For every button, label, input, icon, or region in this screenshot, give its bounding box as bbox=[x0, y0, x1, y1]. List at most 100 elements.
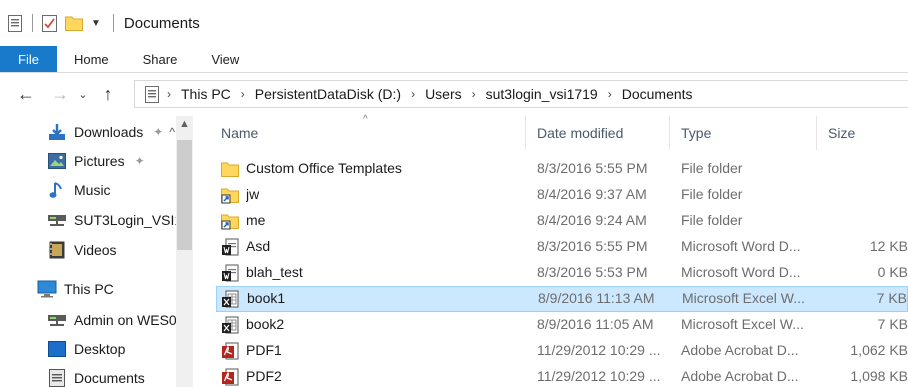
forward-arrow-icon[interactable]: → bbox=[46, 80, 74, 108]
checkbox-doc-icon[interactable] bbox=[41, 13, 59, 33]
file-row-selected[interactable]: book1 8/9/2016 11:13 AM Microsoft Excel … bbox=[216, 286, 908, 312]
file-row[interactable]: PDF2 11/29/2012 10:29 ... Adobe Acrobat … bbox=[216, 364, 908, 387]
file-row[interactable]: book2 8/9/2016 11:05 AM Microsoft Excel … bbox=[216, 312, 908, 338]
nav-item-admin-wes[interactable]: Admin on WES0 bbox=[46, 306, 177, 334]
nav-item-label: Videos bbox=[74, 242, 117, 258]
breadcrumb-users[interactable]: Users bbox=[421, 86, 466, 102]
file-type: File folder bbox=[681, 212, 743, 228]
column-header-type[interactable]: Type bbox=[681, 125, 711, 141]
file-date: 8/3/2016 5:55 PM bbox=[537, 160, 648, 176]
nav-item-documents[interactable]: Documents bbox=[46, 364, 145, 387]
title-bar: ▼ Documents bbox=[0, 0, 908, 46]
breadcrumb-chevron-icon[interactable]: › bbox=[466, 87, 482, 101]
column-divider[interactable] bbox=[525, 116, 526, 150]
nav-item-label: Documents bbox=[74, 370, 145, 386]
excel-workbook-icon bbox=[221, 290, 239, 308]
column-header-row: ^ Name Date modified Type Size bbox=[196, 114, 908, 150]
file-date: 8/9/2016 11:05 AM bbox=[537, 316, 654, 332]
nav-item-label: Pictures bbox=[74, 153, 125, 169]
file-type: Adobe Acrobat D... bbox=[681, 342, 799, 358]
documents-icon bbox=[46, 368, 68, 387]
file-type: Microsoft Excel W... bbox=[681, 316, 804, 332]
file-row[interactable]: jw 8/4/2016 9:37 AM File folder bbox=[216, 182, 908, 208]
new-folder-icon[interactable] bbox=[65, 13, 83, 33]
collapse-chevron-icon[interactable]: ^ bbox=[169, 125, 175, 139]
file-type: File folder bbox=[681, 186, 743, 202]
downloads-icon bbox=[46, 122, 68, 142]
nav-item-music[interactable]: Music bbox=[46, 176, 111, 204]
tab-file[interactable]: File bbox=[0, 46, 57, 72]
scrollbar-thumb[interactable] bbox=[177, 140, 192, 250]
file-name: book1 bbox=[247, 290, 286, 306]
address-bar[interactable]: › This PC › PersistentDataDisk (D:) › Us… bbox=[134, 80, 908, 108]
file-row[interactable]: me 8/4/2016 9:24 AM File folder bbox=[216, 208, 908, 234]
network-drive-icon bbox=[46, 310, 68, 330]
file-name: book2 bbox=[246, 316, 285, 332]
folder-icon bbox=[221, 160, 239, 178]
column-divider[interactable] bbox=[669, 116, 670, 150]
up-arrow-icon[interactable]: ↑ bbox=[94, 80, 122, 108]
properties-icon[interactable] bbox=[6, 13, 24, 33]
excel-workbook-icon bbox=[221, 316, 239, 334]
address-location-icon bbox=[143, 84, 161, 104]
word-document-icon bbox=[221, 238, 239, 256]
pin-icon[interactable]: ✦ bbox=[153, 125, 163, 139]
breadcrumb-persistent-disk[interactable]: PersistentDataDisk (D:) bbox=[251, 86, 405, 102]
file-row[interactable]: PDF1 11/29/2012 10:29 ... Adobe Acrobat … bbox=[216, 338, 908, 364]
column-header-date[interactable]: Date modified bbox=[537, 125, 623, 141]
column-header-size[interactable]: Size bbox=[828, 125, 855, 141]
breadcrumb-user-folder[interactable]: sut3login_vsi1719 bbox=[482, 86, 602, 102]
column-divider[interactable] bbox=[816, 116, 817, 150]
file-size: 0 KB bbox=[877, 264, 908, 280]
breadcrumb-this-pc[interactable]: This PC bbox=[177, 86, 235, 102]
sort-ascending-icon: ^ bbox=[363, 114, 368, 125]
file-row[interactable]: Asd 8/3/2016 5:55 PM Microsoft Word D...… bbox=[216, 234, 908, 260]
file-date: 8/3/2016 5:53 PM bbox=[537, 264, 648, 280]
nav-item-sut3login[interactable]: SUT3Login_VSI17 bbox=[46, 206, 190, 234]
file-date: 8/4/2016 9:37 AM bbox=[537, 186, 647, 202]
breadcrumb-chevron-icon[interactable]: › bbox=[235, 87, 251, 101]
file-type: Microsoft Word D... bbox=[681, 238, 801, 254]
file-type: Adobe Acrobat D... bbox=[681, 368, 799, 384]
music-icon bbox=[46, 180, 68, 200]
tab-share[interactable]: Share bbox=[126, 46, 195, 72]
file-size: 7 KB bbox=[876, 290, 907, 306]
file-row[interactable]: Custom Office Templates 8/3/2016 5:55 PM… bbox=[216, 156, 908, 182]
file-date: 8/9/2016 11:13 AM bbox=[538, 290, 655, 306]
nav-item-label: SUT3Login_VSI17 bbox=[74, 212, 190, 228]
breadcrumb-documents[interactable]: Documents bbox=[618, 86, 697, 102]
nav-item-videos[interactable]: Videos bbox=[46, 236, 117, 264]
file-date: 11/29/2012 10:29 ... bbox=[537, 342, 661, 358]
ribbon-tabs: File Home Share View bbox=[0, 46, 908, 73]
back-arrow-icon[interactable]: ← bbox=[12, 80, 40, 108]
pictures-icon bbox=[46, 151, 68, 171]
breadcrumb-chevron-icon[interactable]: › bbox=[161, 87, 177, 101]
nav-item-label: Admin on WES0 bbox=[74, 312, 177, 328]
file-name: jw bbox=[246, 186, 260, 202]
file-name: PDF2 bbox=[246, 368, 282, 384]
nav-item-this-pc[interactable]: This PC bbox=[36, 275, 114, 303]
breadcrumb-chevron-icon[interactable]: › bbox=[405, 87, 421, 101]
file-size: 12 KB bbox=[869, 238, 908, 254]
column-header-name[interactable]: Name bbox=[221, 125, 258, 141]
file-row[interactable]: blah_test 8/3/2016 5:53 PM Microsoft Wor… bbox=[216, 260, 908, 286]
tab-view[interactable]: View bbox=[194, 46, 256, 72]
file-size: 7 KB bbox=[877, 316, 908, 332]
file-date: 11/29/2012 10:29 ... bbox=[537, 368, 661, 384]
file-list: ^ Name Date modified Type Size Custom Of… bbox=[196, 114, 908, 387]
customize-quick-access-icon[interactable]: ▼ bbox=[91, 18, 101, 29]
recent-locations-chevron-icon[interactable]: ⌄ bbox=[74, 80, 92, 108]
nav-item-downloads[interactable]: Downloads ✦ ^ bbox=[46, 118, 175, 146]
navigation-pane-scrollbar[interactable]: ▲ bbox=[176, 116, 193, 387]
quick-access-separator bbox=[32, 14, 33, 32]
nav-item-pictures[interactable]: Pictures ✦ bbox=[46, 147, 145, 175]
pin-icon[interactable]: ✦ bbox=[135, 154, 145, 168]
scroll-up-arrow-icon[interactable]: ▲ bbox=[176, 118, 193, 134]
nav-item-label: This PC bbox=[64, 281, 114, 297]
computer-icon bbox=[36, 279, 58, 299]
tab-home[interactable]: Home bbox=[57, 46, 126, 72]
file-name: Custom Office Templates bbox=[246, 160, 402, 176]
file-date: 8/4/2016 9:24 AM bbox=[537, 212, 647, 228]
nav-item-desktop[interactable]: Desktop bbox=[46, 335, 125, 363]
breadcrumb-chevron-icon[interactable]: › bbox=[602, 87, 618, 101]
